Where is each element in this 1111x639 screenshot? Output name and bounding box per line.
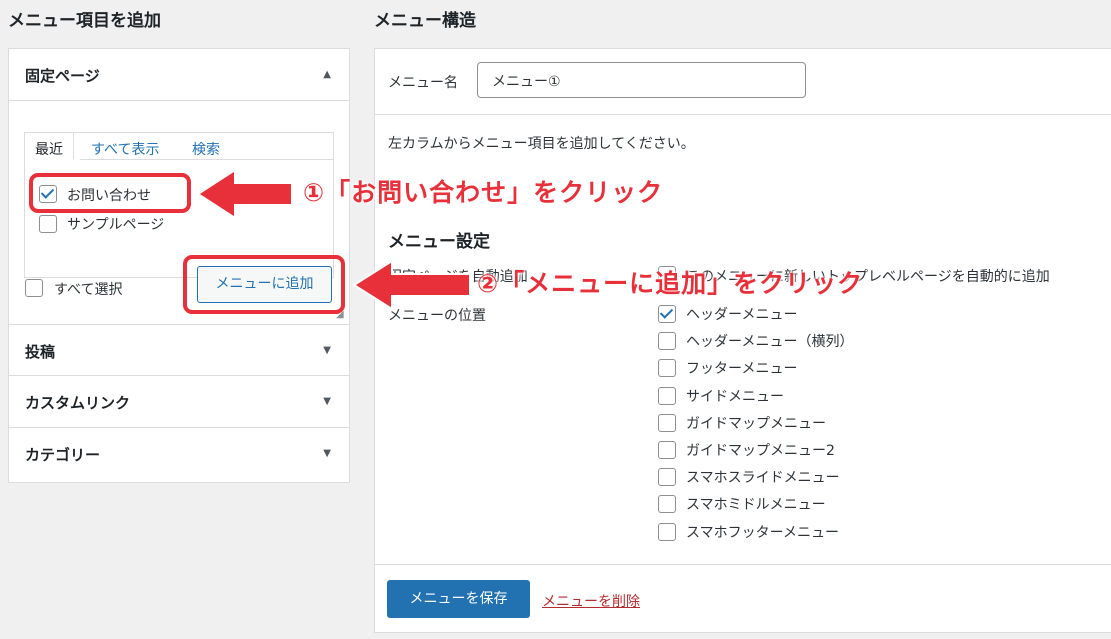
resize-grip-icon[interactable]: ◢: [336, 310, 346, 320]
menu-name-label: メニュー名: [388, 75, 458, 91]
divider: [375, 564, 1111, 565]
accordion-pages[interactable]: 固定ページ ▲: [9, 49, 349, 101]
expand-arrow-icon: ▼: [323, 396, 331, 407]
select-all-label: すべて選択: [54, 282, 123, 298]
location-checkbox[interactable]: [658, 522, 676, 541]
accordion-categories-label: カテゴリー: [25, 446, 101, 464]
save-menu-button[interactable]: メニューを保存: [387, 580, 530, 618]
location-label: フッターメニュー: [686, 361, 798, 378]
location-checkbox[interactable]: [658, 305, 676, 323]
arrow-to-contact-icon: [196, 168, 293, 220]
location-label: ガイドマップメニュー2: [686, 443, 835, 459]
accordion-custom-links-label: カスタムリンク: [25, 394, 131, 412]
location-label: スマホフッターメニュー: [686, 524, 840, 541]
accordion-custom-links[interactable]: カスタムリンク ▼: [9, 376, 349, 428]
location-checkbox[interactable]: [658, 332, 676, 351]
accordion-list: 投稿 ▼ カスタムリンク ▼ カテゴリー ▼: [8, 324, 350, 483]
accordion-categories[interactable]: カテゴリー ▼: [9, 428, 349, 482]
annotation-step2: ②「メニューに追加」をクリック: [477, 269, 864, 298]
location-label: サイドメニュー: [686, 388, 784, 405]
page-label-sample: サンプルページ: [67, 217, 165, 233]
menu-settings-heading: メニュー設定: [388, 232, 490, 252]
page-checkbox-sample[interactable]: [39, 215, 57, 233]
annotation-step1: ①「お問い合わせ」をクリック: [303, 178, 664, 207]
location-label: ガイドマップメニュー: [686, 415, 826, 432]
divider: [375, 114, 1111, 115]
menu-name-input[interactable]: メニュー①: [477, 62, 806, 98]
tab-recent[interactable]: 最近: [25, 133, 74, 160]
location-label: スマホスライドメニュー: [686, 470, 840, 487]
menu-structure-heading: メニュー構造: [374, 11, 476, 31]
accordion-pages-label: 固定ページ: [25, 67, 100, 85]
tab-divider: [80, 159, 334, 160]
location-checkbox[interactable]: [658, 359, 676, 378]
collapse-arrow-icon: ▲: [323, 69, 331, 80]
delete-menu-link[interactable]: メニューを削除: [542, 591, 640, 611]
location-label: スマホミドルメニュー: [686, 497, 826, 514]
location-label: ヘッダーメニュー: [686, 307, 798, 323]
select-all-checkbox[interactable]: [25, 279, 43, 297]
location-checkbox[interactable]: [658, 386, 676, 405]
accordion-posts[interactable]: 投稿 ▼: [9, 324, 349, 376]
add-menu-items-heading: メニュー項目を追加: [8, 11, 161, 31]
tab-search[interactable]: 検索: [182, 133, 230, 160]
location-checkbox[interactable]: [658, 468, 676, 487]
accordion-posts-label: 投稿: [25, 343, 56, 361]
location-label: ヘッダーメニュー（横列）: [686, 334, 854, 351]
highlight-add-button: [183, 255, 345, 314]
tab-view-all[interactable]: すべて表示: [81, 133, 169, 160]
expand-arrow-icon: ▼: [323, 448, 331, 459]
location-checkbox[interactable]: [658, 413, 676, 432]
instruction-text: 左カラムからメニュー項目を追加してください。: [388, 136, 695, 152]
location-checkbox[interactable]: [658, 441, 676, 459]
arrow-to-add-button-icon: [352, 259, 471, 311]
location-checkbox[interactable]: [658, 495, 676, 514]
expand-arrow-icon: ▼: [323, 345, 331, 356]
highlight-contact: [29, 173, 191, 213]
